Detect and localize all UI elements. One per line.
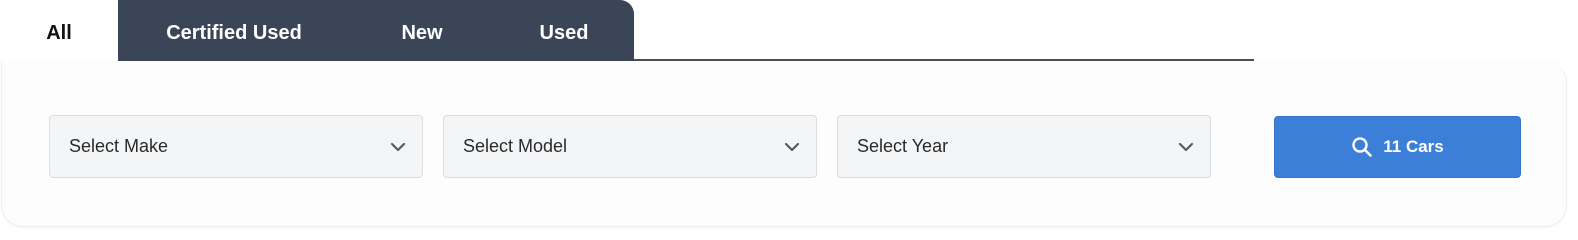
search-button-label: 11 Cars [1383, 137, 1444, 156]
chevron-down-icon [782, 137, 802, 157]
search-cars-button[interactable]: 11 Cars [1274, 116, 1521, 178]
tab-certified-used[interactable]: Certified Used [118, 0, 350, 66]
make-select-label: Select Make [69, 136, 169, 156]
chevron-down-icon [388, 137, 408, 157]
year-select[interactable]: Select Year [837, 115, 1211, 178]
model-select-label: Select Model [463, 136, 568, 156]
search-icon [1351, 136, 1373, 158]
tab-all[interactable]: All [0, 0, 118, 66]
year-select-label: Select Year [857, 136, 949, 156]
tab-group-condition: Certified Used New Used [118, 0, 634, 66]
chevron-down-icon [1176, 137, 1196, 157]
make-select[interactable]: Select Make [49, 115, 423, 178]
model-select[interactable]: Select Model [443, 115, 817, 178]
tab-used[interactable]: Used [494, 0, 634, 66]
tab-new[interactable]: New [350, 0, 494, 66]
tab-bar: All Certified Used New Used [0, 0, 1578, 66]
